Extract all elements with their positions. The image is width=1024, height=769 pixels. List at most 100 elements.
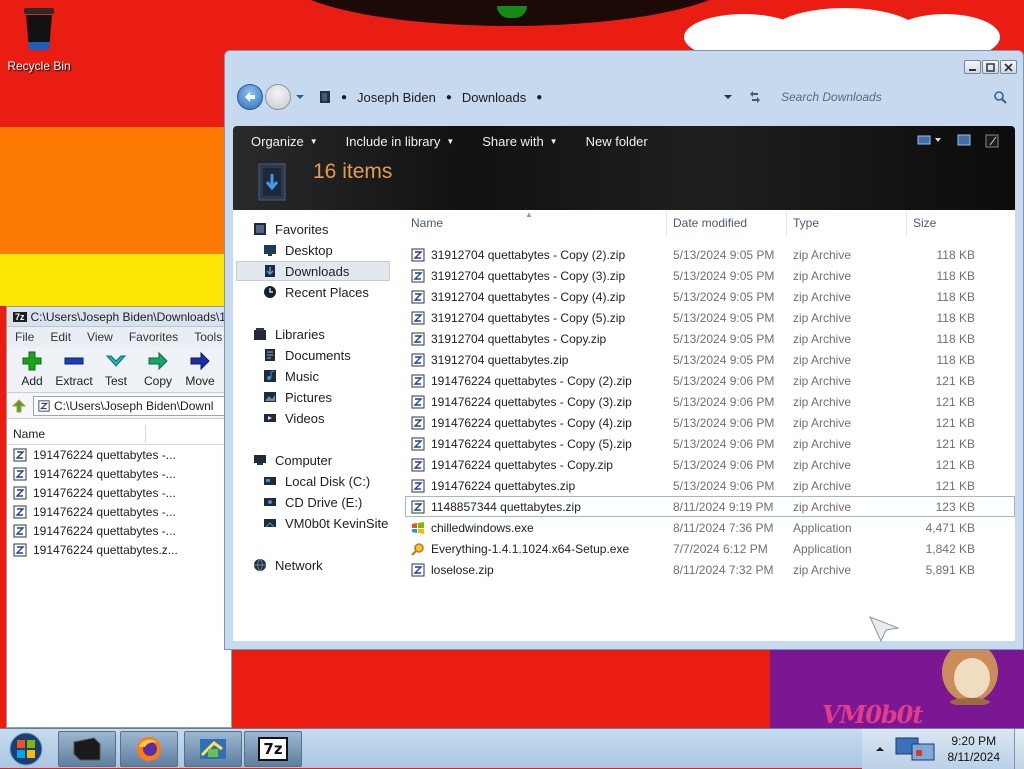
taskbar-firefox-button[interactable] <box>120 731 178 767</box>
breadcrumb-separator[interactable]: ● <box>536 92 542 103</box>
list-item[interactable]: 191476224 quettabytes.z... <box>7 540 231 559</box>
forward-button[interactable] <box>265 84 291 110</box>
computer-icon <box>254 455 266 465</box>
sevenzip-column-name[interactable]: Name <box>13 427 45 441</box>
move-button[interactable]: Move <box>179 350 221 392</box>
nav-local-disk[interactable]: Local Disk (C:) <box>263 471 370 491</box>
nav-downloads[interactable]: Downloads <box>236 261 390 281</box>
sevenzip-path-input[interactable]: C:\Users\Joseph Biden\Downl <box>33 395 231 416</box>
table-row[interactable]: 1148857344 quettabytes.zip 8/11/2024 9:19… <box>405 496 1015 517</box>
zip-icon <box>411 437 425 450</box>
back-button[interactable] <box>237 84 263 110</box>
clock[interactable]: 9:20 PM 8/11/2024 <box>948 733 1001 765</box>
sevenzip-window[interactable]: 7z C:\Users\Joseph Biden\Downloads\1 Fil… <box>6 306 232 728</box>
nav-libraries[interactable]: Libraries <box>253 324 325 344</box>
nav-documents[interactable]: Documents <box>263 345 351 365</box>
refresh-icon[interactable] <box>747 90 763 104</box>
list-item[interactable]: 191476224 quettabytes -... <box>7 521 231 540</box>
column-header-name[interactable]: Name <box>405 210 667 236</box>
sevenzip-column-header[interactable]: Name <box>7 423 231 445</box>
preview-pane-icon[interactable] <box>957 134 971 146</box>
nav-videos[interactable]: Videos <box>263 408 325 428</box>
nav-desktop-label: Desktop <box>285 242 333 258</box>
table-row[interactable]: 31912704 quettabytes - Copy.zip 5/13/2024… <box>405 328 1015 349</box>
menu-view[interactable]: View <box>79 330 121 344</box>
search-placeholder: Search Downloads <box>781 90 882 104</box>
close-button[interactable] <box>1000 60 1017 74</box>
new-folder-button[interactable]: New folder <box>586 134 648 149</box>
menu-favorites[interactable]: Favorites <box>121 330 186 344</box>
share-with-button[interactable]: Share with ▼ <box>482 134 557 149</box>
table-row[interactable]: chilledwindows.exe 8/11/2024 7:36 PM Appli… <box>405 517 1015 538</box>
table-row[interactable]: loselose.zip 8/11/2024 7:32 PM zip Archive… <box>405 559 1015 580</box>
help-icon[interactable] <box>985 134 999 148</box>
taskbar-sevenzip-button[interactable]: 7z <box>244 731 302 767</box>
column-header-type[interactable]: Type <box>787 210 907 236</box>
recycle-bin-shortcut[interactable]: Recycle Bin <box>6 6 72 73</box>
minimize-button[interactable] <box>964 60 981 74</box>
search-input[interactable]: Search Downloads <box>773 85 1011 109</box>
table-row[interactable]: 31912704 quettabytes.zip 5/13/2024 9:05 P… <box>405 349 1015 370</box>
breadcrumb-item-downloads[interactable]: Downloads <box>462 90 526 105</box>
table-row[interactable]: 31912704 quettabytes - Copy (5).zip 5/13/… <box>405 307 1015 328</box>
column-header-date[interactable]: Date modified <box>667 210 787 236</box>
test-button[interactable]: Test <box>95 350 137 392</box>
file-name: 191476224 quettabytes - Copy (4).zip <box>431 415 632 430</box>
explorer-window[interactable]: ● Joseph Biden ● Downloads ● Search Down… <box>224 50 1024 650</box>
table-row[interactable]: 191476224 quettabytes.zip 5/13/2024 9:06 … <box>405 475 1015 496</box>
list-item[interactable]: 191476224 quettabytes -... <box>7 502 231 521</box>
column-header-size[interactable]: Size <box>907 210 979 236</box>
table-row[interactable]: 191476224 quettabytes - Copy (3).zip 5/13… <box>405 391 1015 412</box>
file-name: 31912704 quettabytes - Copy (2).zip <box>431 247 626 262</box>
nav-music[interactable]: Music <box>263 366 319 386</box>
organize-label: Organize <box>251 133 304 149</box>
folder-dark-icon <box>320 91 330 103</box>
table-row[interactable]: 191476224 quettabytes - Copy (5).zip 5/13… <box>405 433 1015 454</box>
table-row[interactable]: Everything-1.4.1.1024.x64-Setup.exe 7/7/2… <box>405 538 1015 559</box>
organize-button[interactable]: Organize ▼ <box>251 134 318 149</box>
show-desktop-button[interactable] <box>1014 729 1024 769</box>
menu-file[interactable]: File <box>7 330 42 344</box>
view-options-icon[interactable] <box>917 134 943 146</box>
chevron-down-icon[interactable] <box>723 92 733 102</box>
file-type: zip Archive <box>793 268 852 283</box>
copy-button[interactable]: Copy <box>137 350 179 392</box>
breadcrumb-item-user[interactable]: Joseph Biden <box>357 90 436 105</box>
maximize-button[interactable] <box>982 60 999 74</box>
table-row[interactable]: 191476224 quettabytes - Copy.zip 5/13/202… <box>405 454 1015 475</box>
list-item[interactable]: 191476224 quettabytes -... <box>7 464 231 483</box>
start-button[interactable] <box>6 731 46 767</box>
nav-desktop[interactable]: Desktop <box>263 240 333 260</box>
network-tray-icon[interactable] <box>894 734 936 764</box>
list-item[interactable]: 191476224 quettabytes -... <box>7 483 231 502</box>
list-item[interactable]: 191476224 quettabytes -... <box>7 445 231 464</box>
table-row[interactable]: 191476224 quettabytes - Copy (2).zip 5/13… <box>405 370 1015 391</box>
nav-kevinsite[interactable]: VM0b0t KevinSite <box>263 513 388 533</box>
nav-recent-places[interactable]: Recent Places <box>263 282 369 302</box>
add-button[interactable]: Add <box>11 350 53 392</box>
menu-edit[interactable]: Edit <box>42 330 79 344</box>
sevenzip-titlebar[interactable]: 7z C:\Users\Joseph Biden\Downloads\1 <box>7 307 231 327</box>
nav-favorites[interactable]: Favorites <box>253 219 328 239</box>
file-date: 7/7/2024 6:12 PM <box>673 541 768 556</box>
table-row[interactable]: 31912704 quettabytes - Copy (2).zip 5/13/… <box>405 244 1015 265</box>
show-hidden-icons-icon[interactable] <box>874 743 886 755</box>
check-chevron-icon <box>105 355 127 367</box>
nav-pictures[interactable]: Pictures <box>263 387 332 407</box>
include-in-library-button[interactable]: Include in library ▼ <box>346 134 455 149</box>
nav-cd-drive[interactable]: CD Drive (E:) <box>263 492 362 512</box>
taskbar-app-button[interactable] <box>184 731 242 767</box>
table-row[interactable]: 31912704 quettabytes - Copy (4).zip 5/13/… <box>405 286 1015 307</box>
file-name-cell: 191476224 quettabytes - Copy.zip <box>405 458 667 472</box>
chevron-down-icon[interactable] <box>295 92 305 102</box>
file-type: zip Archive <box>793 310 852 325</box>
extract-button[interactable]: Extract <box>53 350 95 392</box>
column-divider[interactable] <box>145 424 147 443</box>
nav-computer[interactable]: Computer <box>253 450 332 470</box>
nav-network[interactable]: Network <box>253 555 323 575</box>
taskbar-explorer-button[interactable] <box>58 731 116 767</box>
table-row[interactable]: 191476224 quettabytes - Copy (4).zip 5/13… <box>405 412 1015 433</box>
up-folder-icon[interactable] <box>11 398 27 414</box>
table-row[interactable]: 31912704 quettabytes - Copy (3).zip 5/13/… <box>405 265 1015 286</box>
address-bar[interactable]: ● Joseph Biden ● Downloads ● <box>311 85 773 109</box>
